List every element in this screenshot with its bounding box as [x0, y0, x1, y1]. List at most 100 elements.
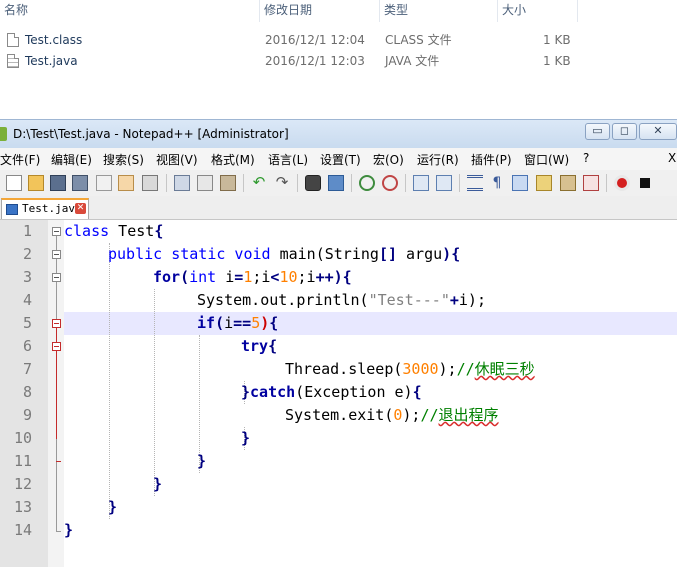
file-explorer-list: 名称 修改日期 类型 大小 Test.class 2016/12/1 12:04…	[0, 0, 677, 119]
line-number: 6	[22, 337, 32, 355]
close-all-icon[interactable]	[118, 175, 134, 191]
tab-bar: Test.java ✕	[0, 196, 677, 220]
cut-icon[interactable]	[174, 175, 190, 191]
title-bar[interactable]: D:\Test\Test.java - Notepad++ [Administr…	[0, 119, 677, 148]
comment: //	[456, 360, 475, 378]
code-line-1: class Test{	[64, 220, 163, 243]
tab-label: Test.java	[22, 202, 82, 215]
comment: //	[420, 406, 439, 424]
file-row-test-class[interactable]: Test.class 2016/12/1 12:04 CLASS 文件 1 KB	[0, 30, 600, 50]
code-line-8: }catch(Exception e){	[241, 381, 422, 404]
menu-language[interactable]: 语言(L)	[268, 151, 308, 168]
menu-bar: 文件(F) 编辑(E) 搜索(S) 视图(V) 格式(M) 语言(L) 设置(T…	[0, 148, 677, 170]
column-header-name[interactable]: 名称	[0, 0, 260, 22]
menu-settings[interactable]: 设置(T)	[320, 151, 361, 168]
text-file-icon	[7, 54, 19, 68]
copy-icon[interactable]	[197, 175, 213, 191]
menu-help[interactable]: ?	[583, 151, 589, 165]
redo-icon[interactable]: ↷	[274, 175, 290, 191]
tab-close-icon[interactable]: ✕	[75, 203, 86, 214]
menu-close-doc[interactable]: X	[668, 151, 676, 165]
replace-icon[interactable]	[328, 175, 344, 191]
user-lang-icon[interactable]	[536, 175, 552, 191]
open-file-icon[interactable]	[28, 175, 44, 191]
maximize-button[interactable]: ◻	[612, 123, 637, 140]
doc-map-icon[interactable]	[560, 175, 576, 191]
new-file-icon[interactable]	[6, 175, 22, 191]
column-header-type[interactable]: 类型	[380, 0, 498, 22]
menu-view[interactable]: 视图(V)	[156, 151, 198, 168]
sync-vertical-icon[interactable]	[413, 175, 429, 191]
indent-guide-icon[interactable]	[512, 175, 528, 191]
toolbar-separator	[297, 174, 298, 192]
operator: {	[154, 222, 164, 240]
operator: )	[260, 314, 270, 332]
code-line-10: }	[241, 429, 251, 447]
code-text: i	[216, 268, 235, 286]
undo-icon[interactable]: ↶	[251, 175, 267, 191]
code-line-7: Thread.sleep(3000);//休眠三秒	[285, 358, 535, 381]
line-number: 4	[22, 291, 32, 309]
function-list-icon[interactable]	[583, 175, 599, 191]
menu-edit[interactable]: 编辑(E)	[51, 151, 92, 168]
menu-format[interactable]: 格式(M)	[211, 151, 255, 168]
stop-record-icon[interactable]	[637, 175, 653, 191]
code-line-3: for(int i=1;i<10;i++){	[153, 266, 352, 289]
close-icon[interactable]	[96, 175, 112, 191]
file-row-test-java[interactable]: Test.java 2016/12/1 12:03 JAVA 文件 1 KB	[0, 51, 600, 71]
show-all-chars-icon[interactable]: ¶	[489, 175, 505, 191]
close-button[interactable]: ✕	[639, 123, 677, 140]
operator: {	[268, 337, 278, 355]
print-icon[interactable]	[142, 175, 158, 191]
current-line-highlight	[64, 312, 677, 335]
fold-toggle-icon[interactable]	[52, 250, 61, 259]
keyword: if	[197, 314, 216, 332]
code-text: );	[438, 360, 457, 378]
code-line-13: }	[108, 498, 118, 516]
menu-window[interactable]: 窗口(W)	[524, 151, 569, 168]
word-wrap-icon[interactable]	[467, 175, 483, 191]
file-size: 1 KB	[543, 54, 571, 68]
line-number: 1	[22, 222, 32, 240]
operator: )	[442, 245, 452, 263]
column-header-size[interactable]: 大小	[498, 0, 578, 22]
record-macro-icon[interactable]	[614, 175, 630, 191]
minimize-button[interactable]: ▭	[585, 123, 610, 140]
menu-file[interactable]: 文件(F)	[0, 151, 40, 168]
comment: 休眠三秒	[474, 360, 535, 378]
code-editor[interactable]: 1 2 3 4 5 6 7 8 9 10 11 12 13 14 class T…	[0, 220, 677, 567]
zoom-in-icon[interactable]	[359, 175, 375, 191]
column-header-modified[interactable]: 修改日期	[260, 0, 380, 22]
code-line-6: try{	[241, 335, 277, 358]
file-size: 1 KB	[543, 33, 571, 47]
operator: +	[449, 291, 459, 309]
zoom-out-icon[interactable]	[382, 175, 398, 191]
menu-search[interactable]: 搜索(S)	[103, 151, 144, 168]
toolbar-separator	[405, 174, 406, 192]
operator: {	[412, 383, 422, 401]
fold-toggle-icon[interactable]	[52, 273, 61, 282]
code-text: System.out.println(	[197, 291, 369, 309]
keyword: class	[64, 222, 110, 240]
code-line-14: }	[64, 521, 74, 539]
save-icon[interactable]	[50, 175, 66, 191]
code-text: i	[224, 314, 234, 332]
operator: (	[180, 268, 190, 286]
operator: ++)	[315, 268, 343, 286]
fold-toggle-icon[interactable]	[52, 227, 61, 236]
number: 5	[251, 314, 261, 332]
operator: []	[378, 245, 397, 263]
paste-icon[interactable]	[220, 175, 236, 191]
file-name: Test.class	[25, 33, 83, 47]
menu-run[interactable]: 运行(R)	[417, 151, 459, 168]
tab-test-java[interactable]: Test.java ✕	[1, 198, 89, 219]
sync-horizontal-icon[interactable]	[436, 175, 452, 191]
code-line-4: System.out.println("Test---"+i);	[197, 289, 486, 312]
fold-toggle-icon[interactable]	[52, 342, 61, 351]
save-all-icon[interactable]	[72, 175, 88, 191]
fold-toggle-icon[interactable]	[52, 319, 61, 328]
menu-macro[interactable]: 宏(O)	[373, 151, 404, 168]
menu-plugins[interactable]: 插件(P)	[471, 151, 512, 168]
number: 10	[279, 268, 298, 286]
find-icon[interactable]	[305, 175, 321, 191]
